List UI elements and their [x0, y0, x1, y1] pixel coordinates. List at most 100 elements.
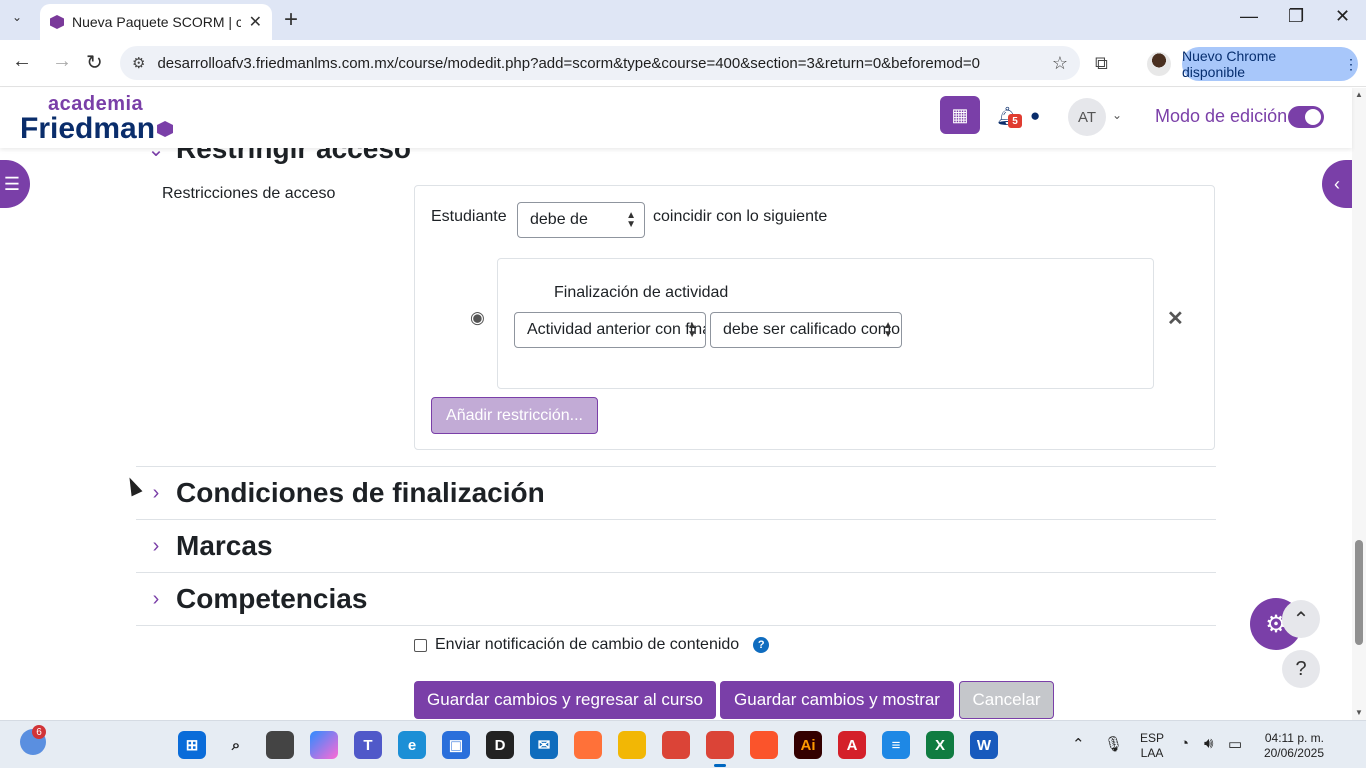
save-display-button[interactable]: Guardar cambios y mostrar [720, 681, 954, 719]
question-icon: ? [1295, 657, 1307, 680]
section-title: Condiciones de finalización [176, 477, 545, 508]
chevron-down-icon: ⌄ [147, 148, 165, 161]
activity-select[interactable]: Actividad anterior con finalización ▲▼ [514, 312, 706, 348]
help-fab-button[interactable]: ? [1282, 650, 1320, 688]
notify-change-row: Enviar notificación de cambio de conteni… [414, 636, 770, 654]
battery-icon[interactable]: ▭ [1228, 735, 1242, 753]
illustrator-icon[interactable]: Ai [794, 731, 822, 759]
acrobat-icon[interactable]: A [838, 731, 866, 759]
system-clock[interactable]: 04:11 p. m. 20/06/2025 [1258, 731, 1324, 761]
chrome-update-button[interactable]: Nuevo Chrome disponible ⋮ [1182, 47, 1358, 81]
scroll-up-icon[interactable]: ▲ [1355, 90, 1363, 99]
completion-state-value: debe ser calificado como completado [723, 321, 901, 338]
mail-icon[interactable]: ✉ [530, 731, 558, 759]
notify-label[interactable]: Enviar notificación de cambio de conteni… [435, 636, 739, 654]
new-tab-icon[interactable]: + [284, 6, 298, 34]
extensions-icon[interactable]: ⧉ [1095, 53, 1108, 74]
tray-overflow-chevron-icon[interactable]: ⌃ [1072, 735, 1085, 753]
notepad-icon[interactable]: ≡ [882, 731, 910, 759]
back-icon[interactable]: ← [12, 50, 32, 73]
chrome-icon[interactable] [662, 731, 690, 759]
firefox-icon[interactable] [574, 731, 602, 759]
browser-tab-active[interactable]: Nueva Paquete SCORM | curso 2 ✕ [40, 4, 272, 40]
eye-visibility-icon[interactable]: ◉ [470, 308, 485, 328]
save-return-button[interactable]: Guardar cambios y regresar al curso [414, 681, 716, 719]
close-window-icon[interactable]: ✕ [1335, 6, 1350, 27]
chevron-up-icon: ⌃ [1292, 608, 1310, 631]
excel-icon[interactable]: X [926, 731, 954, 759]
activity-select-value: Actividad anterior con finalización [527, 321, 705, 338]
page-scrollbar[interactable]: ▲ ▼ [1352, 88, 1366, 720]
scroll-down-icon[interactable]: ▼ [1355, 708, 1363, 717]
add-restriction-button[interactable]: Añadir restricción... [431, 397, 598, 434]
teams-icon[interactable]: T [354, 731, 382, 759]
edge-icon[interactable]: e [398, 731, 426, 759]
address-bar[interactable]: ⚙ desarrolloafv3.friedmanlms.com.mx/cour… [120, 46, 1080, 80]
back-to-top-button[interactable]: ⌃ [1282, 600, 1320, 638]
url-text[interactable]: desarrolloafv3.friedmanlms.com.mx/course… [157, 55, 1051, 72]
input-language[interactable]: ESP LAA [1140, 731, 1164, 761]
section-restrict-access[interactable]: ⌄ Restringir acceso [136, 148, 1216, 166]
apps-grid-button[interactable]: ▦ [940, 96, 980, 134]
completion-state-select[interactable]: debe ser calificado como completado ▲▼ [710, 312, 902, 348]
store-icon[interactable]: ▣ [442, 731, 470, 759]
list-icon: ☰ [3, 173, 20, 194]
minimize-icon[interactable]: — [1240, 6, 1258, 27]
edit-mode-toggle[interactable] [1288, 106, 1324, 128]
site-info-icon[interactable]: ⚙ [132, 54, 145, 72]
logo-hexagon-icon [157, 121, 174, 137]
site-header: academia Friedman ▦ 🔔︎ 5 ● AT ⌄ Modo de … [0, 88, 1352, 148]
delete-condition-icon[interactable]: ✕ [1167, 306, 1184, 331]
tab-search-icon[interactable]: ⌄ [12, 10, 22, 24]
course-index-drawer-button[interactable]: ☰ [0, 160, 30, 208]
cancel-button[interactable]: Cancelar [959, 681, 1054, 719]
search-icon[interactable]: ⌕ [222, 731, 250, 759]
volume-icon[interactable]: 🔊︎ [1204, 735, 1213, 752]
wifi-icon[interactable]: ◔ [1180, 735, 1189, 752]
close-tab-icon[interactable]: ✕ [249, 12, 262, 32]
task-view-icon[interactable] [266, 731, 294, 759]
section-title: Marcas [176, 530, 273, 561]
chrome-update-label: Nuevo Chrome disponible [1182, 48, 1277, 80]
browser-tabstrip: ⌄ Nueva Paquete SCORM | curso 2 ✕ + — ❐ … [0, 0, 1366, 40]
section-completion-conditions[interactable]: › Condiciones de finalización [136, 474, 1216, 512]
logo-bottom-text: Friedman [20, 112, 156, 145]
notify-checkbox[interactable] [414, 638, 427, 652]
profile-avatar[interactable] [1147, 52, 1171, 76]
section-tags[interactable]: › Marcas [136, 527, 1216, 565]
match-select[interactable]: debe de ▲ ▼ [517, 202, 645, 238]
messages-chat-icon[interactable]: ● [1030, 106, 1040, 126]
select-arrows-icon: ▲ ▼ [626, 210, 636, 230]
reload-icon[interactable]: ↻ [86, 50, 103, 75]
match-select-value: debe de [530, 211, 588, 228]
restore-icon[interactable]: ❐ [1288, 6, 1304, 27]
bookmark-star-icon[interactable]: ☆ [1052, 53, 1068, 74]
divider [136, 572, 1216, 573]
edit-mode-label: Modo de edición [1155, 106, 1288, 126]
section-competencies[interactable]: › Competencias [136, 580, 1216, 618]
help-icon[interactable]: ? [753, 637, 770, 653]
start-windows-icon[interactable]: ⊞ [178, 731, 206, 759]
weather-badge: 6 [32, 725, 46, 739]
chrome-active-icon[interactable] [706, 731, 734, 767]
condition-title: Finalización de actividad [554, 284, 729, 301]
site-logo[interactable]: academia Friedman [20, 94, 174, 145]
condition-box: Finalización de actividad Actividad ante… [497, 258, 1154, 389]
browser-toolbar: ← → ↻ ⚙ desarrolloafv3.friedmanlms.com.m… [0, 40, 1366, 87]
more-menu-icon[interactable]: ⋮ [1344, 56, 1358, 73]
lang-bottom: LAA [1140, 746, 1164, 760]
word-icon[interactable]: W [970, 731, 998, 759]
user-menu-chevron-icon[interactable]: ⌄ [1112, 108, 1122, 122]
copilot-icon[interactable] [310, 731, 338, 759]
dell-icon[interactable]: D [486, 731, 514, 759]
divider [136, 466, 1216, 467]
chevron-right-icon: › [152, 481, 160, 504]
file-explorer-icon[interactable] [618, 731, 646, 759]
block-drawer-button[interactable]: ‹ [1322, 160, 1352, 208]
site-favicon-icon [50, 15, 64, 29]
microphone-icon[interactable]: 🎙︎ [1104, 735, 1123, 753]
forward-icon[interactable]: → [52, 50, 72, 73]
brave-icon[interactable] [750, 731, 778, 759]
scrollbar-thumb[interactable] [1355, 540, 1363, 645]
user-avatar[interactable]: AT [1068, 98, 1106, 136]
